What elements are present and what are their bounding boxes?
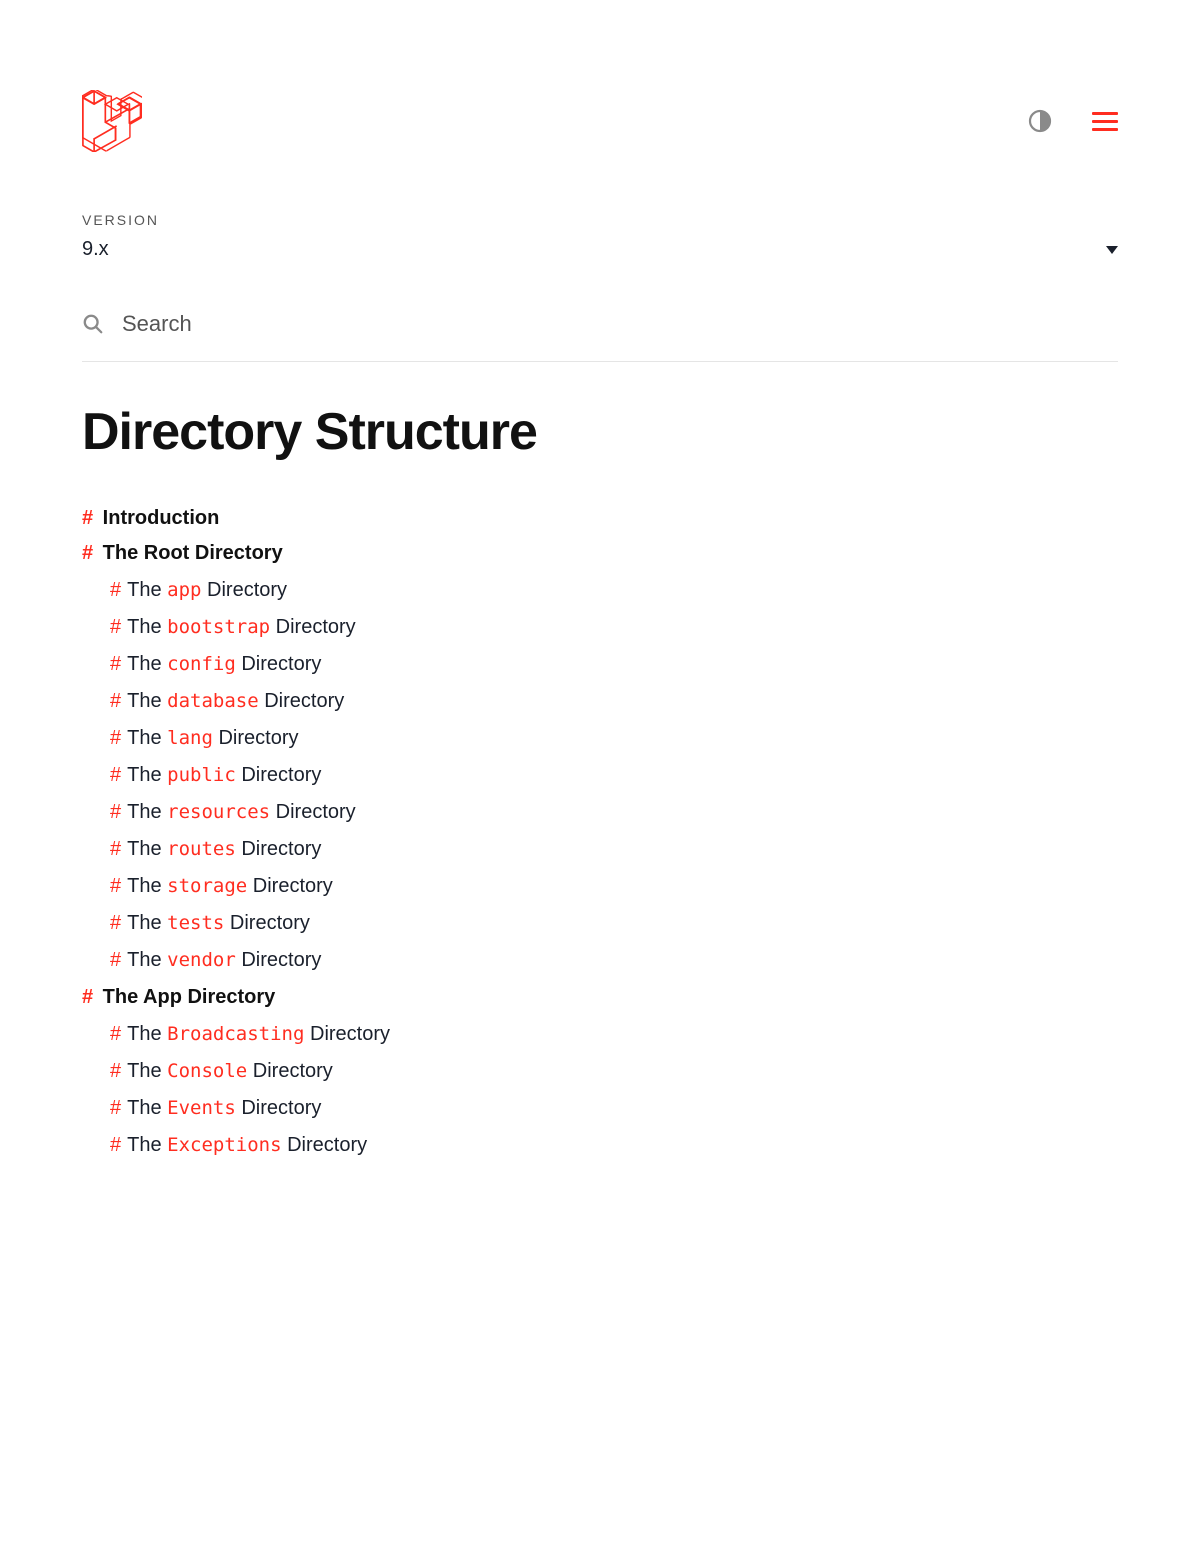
hash-icon: # bbox=[82, 507, 93, 529]
toc-item-code: tests bbox=[167, 912, 224, 934]
toc-item-post: Directory bbox=[236, 764, 322, 786]
hash-icon: # bbox=[110, 1134, 121, 1156]
chevron-down-icon bbox=[1106, 246, 1118, 254]
toc-item-pre: The bbox=[127, 653, 167, 675]
toc-item-post: Directory bbox=[201, 579, 287, 601]
toc-section-label: The App Directory bbox=[97, 986, 275, 1008]
toc-item-post: Directory bbox=[282, 1134, 368, 1156]
toc-item-pre: The bbox=[127, 1134, 167, 1156]
toc-section-label: The Root Directory bbox=[97, 542, 283, 564]
toc-section-link[interactable]: # The App Directory bbox=[82, 986, 1118, 1009]
hash-icon: # bbox=[110, 1097, 121, 1119]
hash-icon: # bbox=[110, 1023, 121, 1045]
toc-item-code: vendor bbox=[167, 949, 236, 971]
toc-item-code: config bbox=[167, 653, 236, 675]
toc-item-link[interactable]: # The Events Directory bbox=[110, 1097, 321, 1119]
logo[interactable] bbox=[82, 90, 142, 152]
toc-item-code: lang bbox=[167, 727, 213, 749]
hash-icon: # bbox=[110, 764, 121, 786]
toc-item-link[interactable]: # The resources Directory bbox=[110, 801, 356, 823]
toc-item-pre: The bbox=[127, 579, 167, 601]
toc-item-pre: The bbox=[127, 801, 167, 823]
toc-item-pre: The bbox=[127, 912, 167, 934]
hash-icon: # bbox=[110, 653, 121, 675]
hash-icon: # bbox=[110, 801, 121, 823]
hash-icon: # bbox=[110, 616, 121, 638]
toc-item-link[interactable]: # The Console Directory bbox=[110, 1060, 333, 1082]
toc-item-pre: The bbox=[127, 949, 167, 971]
toc-item-pre: The bbox=[127, 616, 167, 638]
version-select[interactable]: 9.x bbox=[82, 238, 1118, 261]
toc-section-label: Introduction bbox=[97, 507, 219, 529]
toc-item-post: Directory bbox=[224, 912, 310, 934]
toc-item-link[interactable]: # The storage Directory bbox=[110, 875, 333, 897]
menu-icon[interactable] bbox=[1092, 112, 1118, 131]
toc-item-code: bootstrap bbox=[167, 616, 270, 638]
toc-item-pre: The bbox=[127, 764, 167, 786]
toc-item-post: Directory bbox=[270, 801, 356, 823]
toc-item-code: routes bbox=[167, 838, 236, 860]
toc-item-pre: The bbox=[127, 690, 167, 712]
hash-icon: # bbox=[110, 1060, 121, 1082]
toc-item-pre: The bbox=[127, 1097, 167, 1119]
toc-item-code: database bbox=[167, 690, 259, 712]
toc-item-link[interactable]: # The lang Directory bbox=[110, 727, 299, 749]
toc-item-link[interactable]: # The tests Directory bbox=[110, 912, 310, 934]
hash-icon: # bbox=[110, 949, 121, 971]
search-box[interactable] bbox=[82, 311, 1118, 362]
toc-item-post: Directory bbox=[247, 1060, 333, 1082]
hash-icon: # bbox=[82, 986, 93, 1008]
hash-icon: # bbox=[110, 875, 121, 897]
hash-icon: # bbox=[110, 838, 121, 860]
toc-item-link[interactable]: # The bootstrap Directory bbox=[110, 616, 356, 638]
toc-item-post: Directory bbox=[213, 727, 299, 749]
toc-item-post: Directory bbox=[236, 653, 322, 675]
toc-item-link[interactable]: # The config Directory bbox=[110, 653, 321, 675]
toc-item-pre: The bbox=[127, 1023, 167, 1045]
toc-item-post: Directory bbox=[236, 838, 322, 860]
toc-item-code: Events bbox=[167, 1097, 236, 1119]
hash-icon: # bbox=[110, 579, 121, 601]
toc-item-pre: The bbox=[127, 1060, 167, 1082]
hash-icon: # bbox=[110, 690, 121, 712]
toc-item-link[interactable]: # The public Directory bbox=[110, 764, 321, 786]
toc-item-code: public bbox=[167, 764, 236, 786]
page-title: Directory Structure bbox=[82, 402, 1118, 462]
toc-section-link[interactable]: # Introduction bbox=[82, 507, 1118, 530]
toc-item-code: storage bbox=[167, 875, 247, 897]
toc-item-post: Directory bbox=[259, 690, 345, 712]
hash-icon: # bbox=[110, 912, 121, 934]
toc-item-post: Directory bbox=[236, 949, 322, 971]
toc-item-link[interactable]: # The routes Directory bbox=[110, 838, 321, 860]
search-input[interactable] bbox=[122, 311, 1118, 337]
toc-item-post: Directory bbox=[236, 1097, 322, 1119]
toc-item-post: Directory bbox=[304, 1023, 390, 1045]
toc-item-link[interactable]: # The vendor Directory bbox=[110, 949, 321, 971]
toc-item-code: Exceptions bbox=[167, 1134, 281, 1156]
toc-item-post: Directory bbox=[247, 875, 333, 897]
toc-item-pre: The bbox=[127, 838, 167, 860]
toc-item-link[interactable]: # The database Directory bbox=[110, 690, 344, 712]
toc-item-post: Directory bbox=[270, 616, 356, 638]
toc-item-code: app bbox=[167, 579, 201, 601]
hash-icon: # bbox=[110, 727, 121, 749]
version-value: 9.x bbox=[82, 238, 109, 261]
table-of-contents: # Introduction# The Root Directory#The a… bbox=[82, 507, 1118, 1157]
toc-item-pre: The bbox=[127, 727, 167, 749]
toc-item-link[interactable]: # The Exceptions Directory bbox=[110, 1134, 367, 1156]
toc-item-code: Console bbox=[167, 1060, 247, 1082]
toc-item-link[interactable]: # The app Directory bbox=[110, 579, 287, 601]
toc-section-link[interactable]: # The Root Directory bbox=[82, 542, 1118, 565]
toc-item-code: Broadcasting bbox=[167, 1023, 304, 1045]
toc-item-link[interactable]: # The Broadcasting Directory bbox=[110, 1023, 390, 1045]
version-label: VERSION bbox=[82, 212, 1118, 228]
search-icon bbox=[82, 313, 104, 335]
toc-item-pre: The bbox=[127, 875, 167, 897]
toc-item-code: resources bbox=[167, 801, 270, 823]
theme-toggle-icon[interactable] bbox=[1028, 109, 1052, 133]
hash-icon: # bbox=[82, 542, 93, 564]
